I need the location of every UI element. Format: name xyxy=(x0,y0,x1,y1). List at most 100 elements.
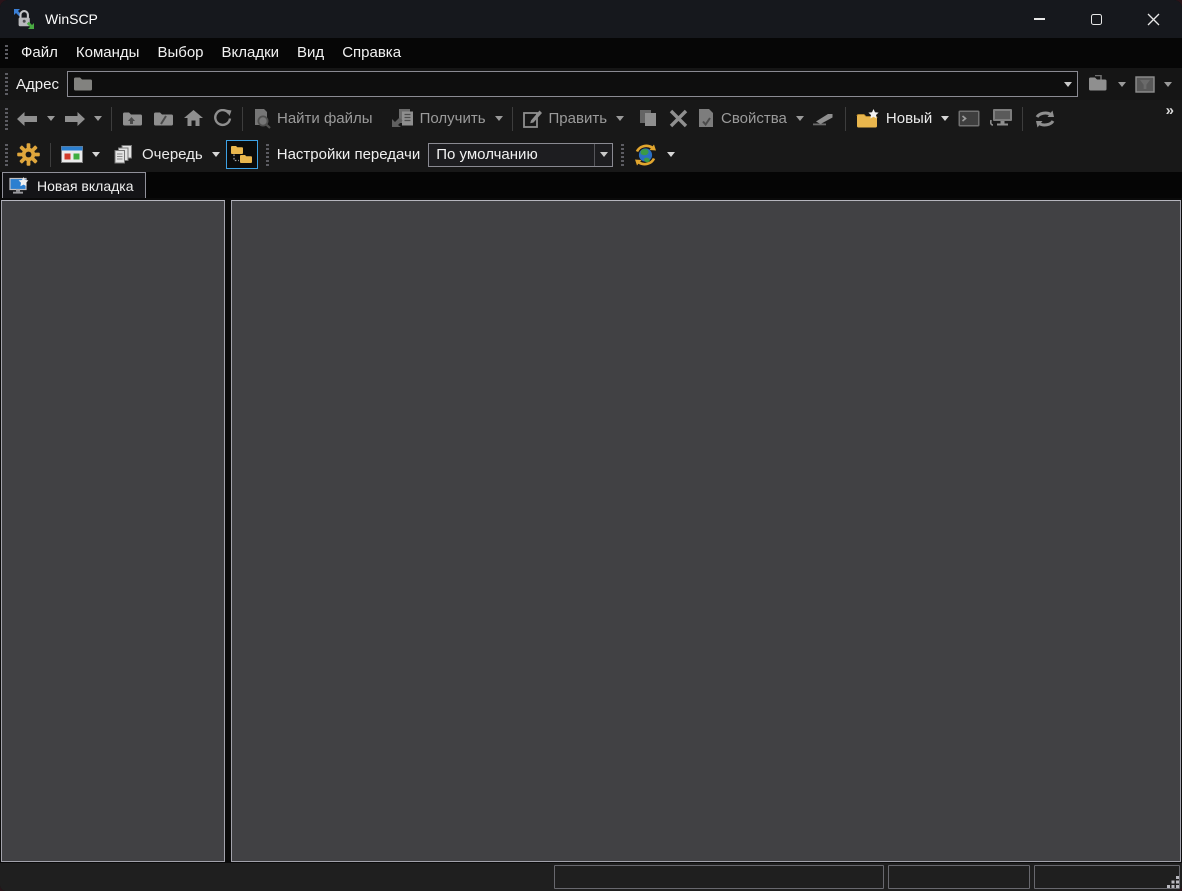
window-title: WinSCP xyxy=(45,11,98,27)
queue-button[interactable]: Очередь xyxy=(108,140,208,170)
close-button[interactable] xyxy=(1125,0,1182,38)
filter-button[interactable] xyxy=(1130,69,1160,99)
main-toolbar-grip[interactable] xyxy=(5,108,8,130)
session-toolbar-grip[interactable] xyxy=(5,144,8,166)
session-toolbar: Очередь Настройки передачи По умолчанию xyxy=(0,137,1182,172)
new-dropdown[interactable] xyxy=(937,104,953,134)
menu-commands[interactable]: Команды xyxy=(67,38,149,68)
back-icon xyxy=(17,112,38,126)
layout-dropdown[interactable] xyxy=(88,140,104,170)
address-dropdown-button[interactable] xyxy=(1059,82,1077,87)
remote-file-panel[interactable] xyxy=(231,200,1181,862)
layout-icon xyxy=(61,146,83,163)
get-dropdown[interactable] xyxy=(491,104,507,134)
winscp-window: WinSCP Файл Команды Выбор Вкладки Вид Сп… xyxy=(0,0,1182,891)
new-label: Новый xyxy=(886,110,932,127)
synchronize-button[interactable] xyxy=(1028,104,1062,134)
edit-button[interactable]: Править xyxy=(518,104,613,134)
transfer-settings-dropdown[interactable] xyxy=(594,144,612,166)
forward-dropdown[interactable] xyxy=(90,104,106,134)
home-button[interactable] xyxy=(179,104,208,134)
winscp-logo-icon xyxy=(13,8,35,30)
sync-browsing-globe-icon xyxy=(633,143,658,167)
maximize-button[interactable] xyxy=(1068,0,1125,38)
home-icon xyxy=(184,110,203,127)
minimize-icon xyxy=(1034,18,1045,20)
open-console-button[interactable] xyxy=(953,104,985,134)
transfer-settings-combobox[interactable]: По умолчанию xyxy=(428,143,613,167)
find-files-button[interactable]: Найти файлы xyxy=(248,104,378,134)
queue-dropdown[interactable] xyxy=(208,140,224,170)
edit-dropdown[interactable] xyxy=(612,104,628,134)
properties-button[interactable]: Свойства xyxy=(693,104,792,134)
find-files-label: Найти файлы xyxy=(277,110,373,127)
transfer-toolbar-grip[interactable] xyxy=(266,144,269,166)
synchronize-browsing-dropdown[interactable] xyxy=(663,140,679,170)
refresh-icon xyxy=(213,109,232,128)
refresh-button[interactable] xyxy=(208,104,237,134)
resize-grip-icon[interactable] xyxy=(1166,875,1180,889)
close-icon xyxy=(1147,13,1160,26)
title-bar: WinSCP xyxy=(0,0,1182,38)
edit-label: Править xyxy=(549,110,608,127)
delete-button[interactable] xyxy=(664,104,693,134)
synchronize-icon xyxy=(1033,109,1057,129)
custom-command-button[interactable] xyxy=(808,104,840,134)
address-combobox[interactable] xyxy=(67,71,1078,97)
window-controls xyxy=(1011,0,1182,38)
find-files-icon xyxy=(253,109,271,129)
forward-icon xyxy=(64,112,85,126)
chevron-down-icon xyxy=(47,116,55,121)
open-directory-dropdown[interactable] xyxy=(1114,69,1130,99)
preferences-button[interactable] xyxy=(12,140,45,170)
toolbar-separator xyxy=(512,107,513,131)
address-toolbar: Адрес xyxy=(0,68,1182,100)
toolbar-separator xyxy=(1022,107,1023,131)
properties-dropdown[interactable] xyxy=(792,104,808,134)
duplicate-button[interactable] xyxy=(634,104,664,134)
menu-view[interactable]: Вид xyxy=(288,38,333,68)
open-directory-button[interactable] xyxy=(1082,69,1114,99)
properties-icon xyxy=(698,109,715,129)
menu-mark[interactable]: Выбор xyxy=(148,38,212,68)
custom-command-icon xyxy=(813,112,835,126)
menu-file[interactable]: Файл xyxy=(12,38,67,68)
sync-toolbar-grip[interactable] xyxy=(621,144,624,166)
toolbar-overflow-chevron[interactable]: » xyxy=(1166,100,1174,122)
filter-icon xyxy=(1135,76,1155,93)
menu-tabs[interactable]: Вкладки xyxy=(213,38,289,68)
chevron-down-icon xyxy=(941,116,949,121)
menu-bar-grip[interactable] xyxy=(5,45,8,61)
maximize-icon xyxy=(1091,14,1102,25)
toolbar-separator xyxy=(845,107,846,131)
tree-view-toggle-button[interactable] xyxy=(226,140,258,169)
address-toolbar-grip[interactable] xyxy=(5,73,8,95)
parent-directory-button[interactable] xyxy=(117,104,148,134)
synchronize-browsing-button[interactable] xyxy=(628,140,663,170)
status-bar xyxy=(0,863,1182,891)
menu-help[interactable]: Справка xyxy=(333,38,410,68)
chevron-down-icon xyxy=(1064,82,1072,87)
tab-new-tab[interactable]: Новая вкладка xyxy=(2,172,146,198)
status-pane-3 xyxy=(1034,865,1180,889)
new-tab-icon xyxy=(9,177,30,195)
local-file-panel[interactable] xyxy=(1,200,225,862)
edit-icon xyxy=(523,109,543,128)
back-button[interactable] xyxy=(12,104,43,134)
console-icon xyxy=(958,110,980,127)
chevron-down-icon xyxy=(667,152,675,157)
back-dropdown[interactable] xyxy=(43,104,59,134)
get-button[interactable]: Получить xyxy=(386,104,491,134)
delete-icon xyxy=(669,109,688,128)
minimize-button[interactable] xyxy=(1011,0,1068,38)
tab-label: Новая вкладка xyxy=(37,178,134,194)
new-session-button[interactable] xyxy=(985,104,1017,134)
root-directory-button[interactable] xyxy=(148,104,179,134)
forward-button[interactable] xyxy=(59,104,90,134)
address-folder-icon xyxy=(73,76,93,92)
filter-dropdown[interactable] xyxy=(1160,69,1176,99)
new-button[interactable]: Новый xyxy=(851,104,937,134)
chevron-down-icon xyxy=(212,152,220,157)
layout-button[interactable] xyxy=(56,140,88,170)
queue-icon xyxy=(113,145,136,165)
